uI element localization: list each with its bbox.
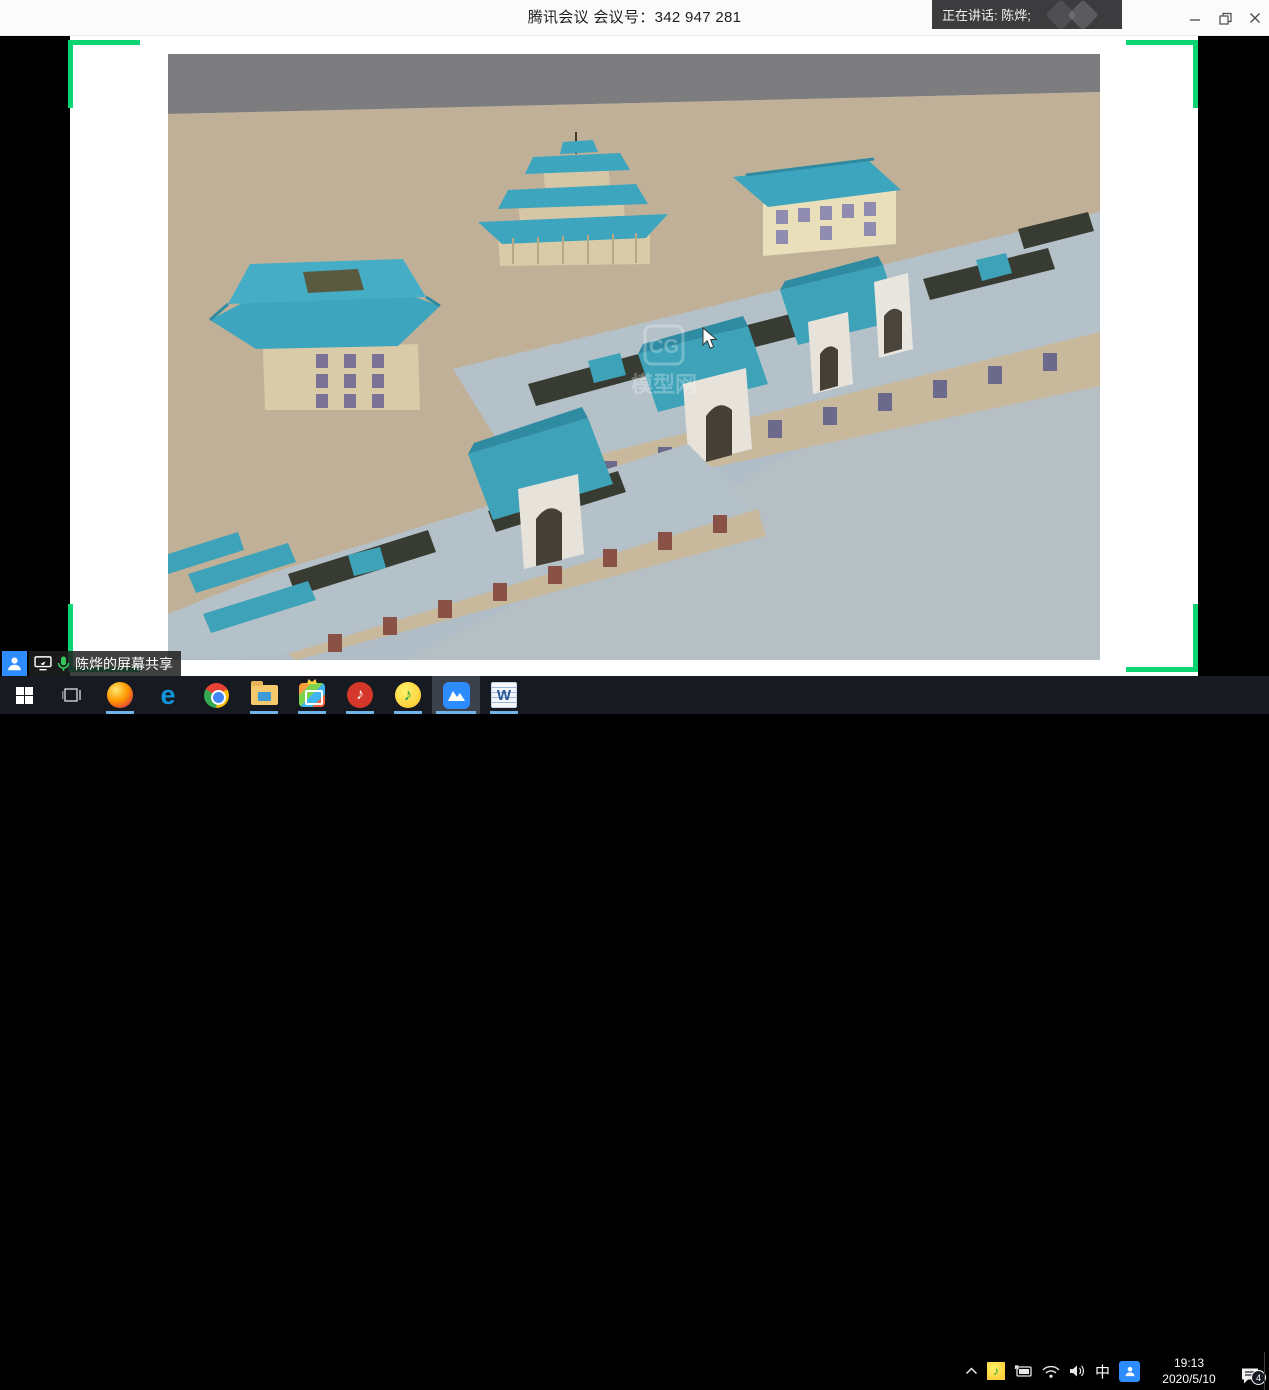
windows-logo-icon <box>16 687 33 704</box>
person-icon <box>6 655 23 672</box>
start-button[interactable] <box>0 676 48 714</box>
presenter-avatar <box>2 651 27 676</box>
screen-share-icon <box>34 656 52 671</box>
tray-hidden-icons-chevron[interactable] <box>965 1352 978 1390</box>
chrome-icon <box>204 683 229 708</box>
taskbar-app-box[interactable] <box>288 676 336 714</box>
qq-music-icon: ♪ <box>395 682 421 708</box>
netease-music-icon: ♪ <box>347 682 373 708</box>
person-icon <box>1124 1365 1136 1377</box>
file-explorer-icon <box>251 685 278 705</box>
watermark-logo: CG <box>649 336 679 358</box>
close-button[interactable] <box>1240 0 1269 36</box>
scene-gate-tower-right <box>874 273 913 358</box>
taskbar-app-word[interactable]: W <box>480 676 528 714</box>
speaking-toast-text: 正在讲话: 陈烨; <box>942 5 1031 24</box>
minimize-button[interactable] <box>1180 0 1210 36</box>
show-desktop-button[interactable] <box>1264 1352 1269 1390</box>
minimize-icon <box>1189 12 1201 24</box>
restore-button[interactable] <box>1210 0 1240 36</box>
firefox-icon <box>107 682 133 708</box>
qq-music-tray-icon: ♪ <box>987 1362 1005 1380</box>
tray-time: 19:13 <box>1149 1355 1229 1371</box>
taskbar-app-edge[interactable]: e <box>144 676 192 714</box>
share-border-top-right-v <box>1193 40 1198 108</box>
taskbar-app-chrome[interactable] <box>192 676 240 714</box>
tray-qq-music[interactable]: ♪ <box>987 1352 1005 1390</box>
share-border-bottom-right-h <box>1126 667 1198 672</box>
task-view-icon <box>62 686 82 704</box>
share-border-top-left-h <box>68 40 140 45</box>
watermark-text: 模型网 <box>631 372 697 397</box>
word-icon: W <box>491 682 517 708</box>
windows-taskbar: e ♪ ♪ W <box>0 676 1269 714</box>
taskbar-app-netease-music[interactable]: ♪ <box>336 676 384 714</box>
microphone-active-icon <box>57 656 70 672</box>
system-tray: ♪ 中 <box>965 1352 1262 1390</box>
restore-icon <box>1219 12 1232 25</box>
tencent-meeting-icon <box>443 682 470 709</box>
colorful-box-app-icon <box>299 683 325 707</box>
speaking-toast: 正在讲话: 陈烨; <box>932 0 1122 29</box>
chevron-up-icon <box>965 1367 978 1375</box>
tray-network[interactable] <box>1042 1352 1060 1390</box>
taskbar-app-file-explorer[interactable] <box>240 676 288 714</box>
tray-clock[interactable]: 19:13 2020/5/10 <box>1149 1355 1229 1387</box>
speaker-icon <box>1069 1364 1086 1378</box>
share-border-top-right-h <box>1126 40 1198 45</box>
tray-power[interactable] <box>1014 1352 1033 1390</box>
taskbar-app-tencent-meeting[interactable] <box>432 676 480 714</box>
tencent-meeting-tray-icon <box>1119 1361 1140 1382</box>
taskbar-app-firefox[interactable] <box>96 676 144 714</box>
share-status-label: 陈烨的屏幕共享 <box>75 654 173 674</box>
tray-date: 2020/5/10 <box>1149 1371 1229 1387</box>
task-view-button[interactable] <box>48 676 96 714</box>
edge-icon: e <box>160 682 175 708</box>
wifi-icon <box>1042 1365 1060 1378</box>
battery-icon <box>1014 1365 1033 1377</box>
share-border-bottom-right-v <box>1193 604 1198 672</box>
close-icon <box>1249 12 1261 24</box>
action-center-button[interactable]: 4 <box>1238 1352 1262 1390</box>
shared-3d-model-render: CG 模型网 <box>168 54 1100 660</box>
taskbar-app-qq-music[interactable]: ♪ <box>384 676 432 714</box>
share-border-top-left-v <box>68 40 73 108</box>
screen-share-status-overlay: 陈烨的屏幕共享 <box>2 651 181 676</box>
tray-input-method[interactable]: 中 <box>1095 1352 1110 1390</box>
tray-tencent-meeting[interactable] <box>1119 1352 1140 1390</box>
share-status-bar: 陈烨的屏幕共享 <box>29 651 181 676</box>
meeting-logo-mark <box>447 689 466 702</box>
blurred-logo-mark <box>1067 0 1098 31</box>
tray-volume[interactable] <box>1069 1352 1086 1390</box>
